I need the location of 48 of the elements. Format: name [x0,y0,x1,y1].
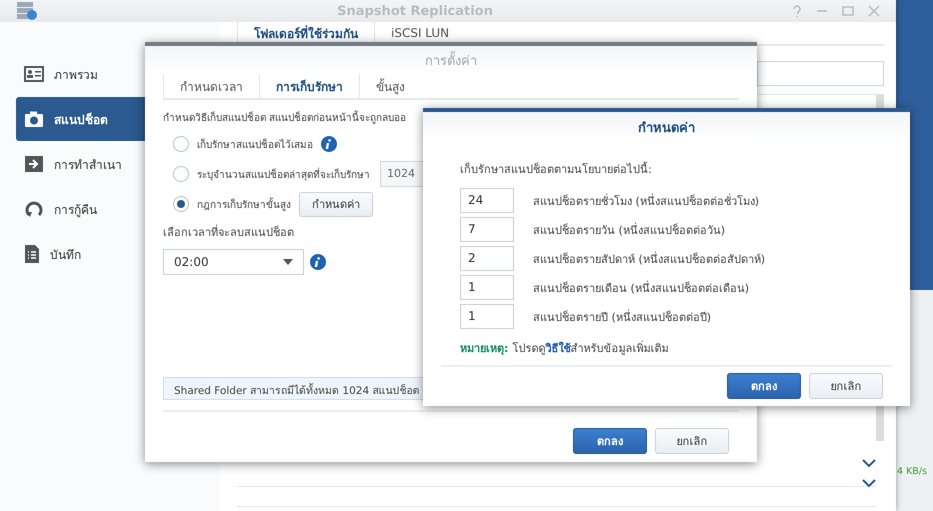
document-list-icon [24,244,40,264]
maximize-icon[interactable] [842,5,854,17]
caret-icon [283,259,293,265]
retention-label: สแนปช็อตรายวัน (หนึ่งสแนปช็อตต่อวัน) [533,222,726,238]
transfer-rate: 4 KB/s [896,466,928,477]
tab[interactable]: กำหนดเวลา [163,74,259,98]
dialog-title: กำหนดค่า [423,112,910,142]
time-label: เลือกเวลาที่จะลบสแนปช็อต [163,224,294,241]
chevron-down-icon[interactable] [862,479,876,488]
tab[interactable]: ขั้นสูง [359,74,421,98]
info-icon[interactable] [321,136,337,152]
database-icon [16,1,38,21]
cancel-button[interactable]: ยกเลิก [809,373,883,399]
retention-label: สแนปช็อตรายสัปดาห์ (หนึ่งสแนปช็อตต่อสัปดาห์) [533,250,766,268]
retention-label: สแนปช็อตรายเดือน (หนึ่งสแนปช็อตต่อเดือน) [533,280,750,296]
retention-label: สแนปช็อตรายปี (หนึ่งสแนปช็อตต่อปี) [533,308,712,326]
close-icon[interactable] [868,5,880,17]
radio-button[interactable] [173,136,189,152]
note-label: หมายเหตุ: [460,341,508,357]
number-field[interactable]: 1 [460,304,514,329]
id-card-icon [24,66,44,82]
option-label: กฎการเก็บรักษาขั้นสูง [197,196,291,212]
note-text: โปรดดูวิธีใช้สำหรับข้อมูลเพิ่มเติม [512,340,668,357]
tab[interactable]: การเก็บรักษา [259,74,359,98]
chevron-down-icon[interactable] [862,459,876,468]
camera-icon [24,110,44,128]
option-label: ระบุจำนวนสแนปช็อตล่าสุดที่จะเก็บรักษา [197,166,370,182]
help-icon[interactable] [792,5,802,17]
number-field[interactable]: 1 [460,275,514,300]
time-dropdown[interactable]: 02:00 [163,249,304,275]
retention-label: สแนปช็อตรายชั่วโมง (หนึ่งสแนปช็อตต่อชั่วโมง) [533,192,760,210]
number-field[interactable]: 2 [460,246,514,271]
help-link[interactable]: วิธีใช้ [545,342,570,355]
arrow-box-icon [24,155,44,173]
radio-button[interactable] [173,166,189,182]
number-field[interactable]: 24 [460,188,514,213]
ok-button[interactable]: ตกลง [573,428,647,454]
dialog-title: การตั้งค่า [145,46,757,74]
configure-button[interactable]: กำหนดค่า [299,192,373,216]
radio-button[interactable] [173,196,189,212]
info-icon[interactable] [310,254,326,270]
ok-button[interactable]: ตกลง [727,373,801,399]
number-field[interactable]: 7 [460,217,514,242]
intro-text: เก็บรักษาสแนปช็อตตามนโยบายต่อไปนี้: [460,160,652,178]
circular-arrow-icon [24,200,44,218]
search-field[interactable] [757,61,884,86]
cancel-button[interactable]: ยกเลิก [655,428,729,454]
window-title: Snapshot Replication [336,4,494,18]
